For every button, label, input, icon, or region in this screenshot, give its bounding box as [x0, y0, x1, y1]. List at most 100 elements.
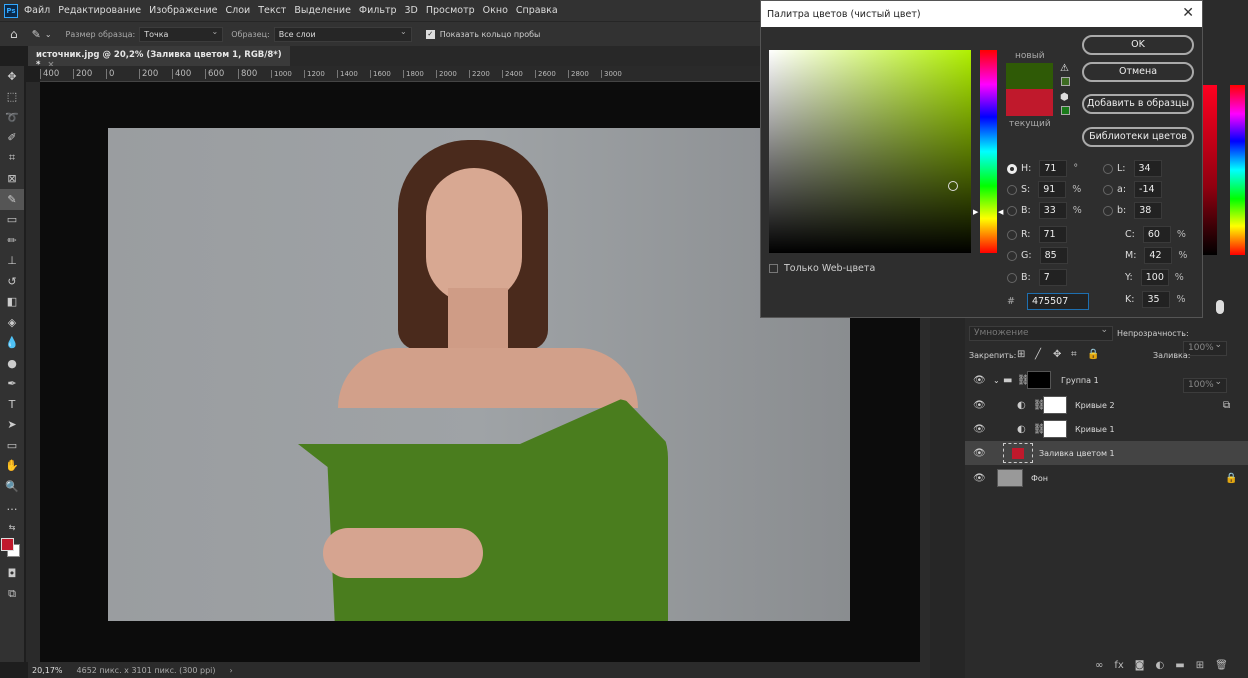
visibility-eye-icon[interactable]: 👁 — [973, 473, 986, 484]
color-slider-red[interactable] — [1203, 85, 1217, 255]
stamp-tool-icon[interactable]: ⊥ — [0, 251, 24, 272]
history-brush-icon[interactable]: ↺ — [0, 271, 24, 292]
layer-name[interactable]: Кривые 1 — [1075, 425, 1115, 434]
delete-layer-icon[interactable]: 🗑 — [1215, 660, 1228, 671]
more-tools-icon[interactable]: … — [0, 497, 24, 518]
menu-filter[interactable]: Фильтр — [359, 5, 397, 16]
visibility-eye-icon[interactable]: 👁 — [973, 448, 986, 459]
visibility-eye-icon[interactable]: 👁 — [973, 424, 986, 435]
red-radio[interactable] — [1007, 229, 1017, 240]
color-spectrum[interactable] — [1230, 85, 1245, 255]
hex-input[interactable]: 475507 — [1026, 293, 1089, 310]
ok-button[interactable]: OK — [1082, 35, 1194, 55]
saturation-brightness-field[interactable] — [769, 50, 971, 253]
lab-a-radio[interactable] — [1103, 184, 1113, 195]
hue-slider-right-arrow[interactable]: ◀ — [998, 208, 1003, 216]
brush-tool-icon[interactable]: ✏ — [0, 230, 24, 251]
layer-mask-thumbnail[interactable] — [1043, 420, 1067, 438]
web-only-option[interactable]: Только Web-цвета — [769, 263, 875, 274]
layer-row-group-1[interactable]: 👁 ⌄ ▬ ⛓ Группа 1 — [965, 368, 1248, 392]
crop-tool-icon[interactable]: ⌗ — [0, 148, 24, 169]
blend-mode-select[interactable]: Умножение — [969, 324, 1113, 341]
show-ring-checkbox[interactable]: ✓ — [425, 29, 435, 39]
lab-a-input[interactable]: -14 — [1134, 181, 1163, 198]
sample-size-select[interactable]: Точка — [139, 25, 224, 42]
yellow-input[interactable]: 100 — [1140, 269, 1169, 286]
rectangle-tool-icon[interactable]: ▭ — [0, 435, 24, 456]
magenta-input[interactable]: 42 — [1144, 247, 1173, 264]
quick-select-tool-icon[interactable]: ✐ — [0, 128, 24, 149]
new-group-icon[interactable]: ▬ — [1175, 660, 1184, 671]
add-mask-icon[interactable]: ◙ — [1135, 660, 1145, 671]
current-color-swatch[interactable] — [1006, 89, 1053, 116]
web-safe-color-swatch[interactable] — [1061, 106, 1070, 115]
eyedropper-tool-icon[interactable]: ✎ — [0, 189, 24, 210]
lab-b-input[interactable]: 38 — [1134, 202, 1163, 219]
fill-layer-thumbnail[interactable] — [1003, 443, 1033, 463]
layer-mask-thumbnail[interactable] — [1027, 371, 1051, 389]
layer-name[interactable]: Группа 1 — [1061, 376, 1099, 385]
lab-l-input[interactable]: 34 — [1133, 160, 1162, 177]
gamut-color-swatch[interactable] — [1061, 77, 1070, 86]
color-picker-cursor[interactable] — [948, 181, 958, 191]
menu-window[interactable]: Окно — [483, 5, 508, 16]
blue-input[interactable]: 7 — [1038, 269, 1067, 286]
green-input[interactable]: 85 — [1039, 247, 1068, 264]
web-only-checkbox[interactable] — [769, 264, 778, 273]
saturation-input[interactable]: 91 — [1038, 181, 1067, 198]
sample-layers-select[interactable]: Все слои — [273, 25, 412, 42]
brightness-radio[interactable] — [1007, 205, 1017, 216]
new-adjustment-layer-icon[interactable]: ◐ — [1156, 660, 1165, 671]
layer-row-background[interactable]: 👁 Фон 🔒 — [965, 466, 1248, 490]
swap-colors-icon[interactable]: ⇆ — [0, 517, 24, 538]
layer-thumbnail[interactable] — [997, 469, 1023, 487]
expand-chevron-icon[interactable]: ⌄ — [993, 376, 1000, 385]
web-safe-cube-icon[interactable]: ⬢ — [1060, 92, 1069, 103]
screen-mode-icon[interactable]: ⧉ — [0, 584, 24, 605]
hand-tool-icon[interactable]: ✋ — [0, 456, 24, 477]
add-to-swatches-button[interactable]: Добавить в образцы — [1082, 94, 1194, 114]
close-icon[interactable]: ✕ — [1182, 5, 1194, 21]
status-chevron-icon[interactable]: › — [230, 666, 233, 675]
color-libraries-button[interactable]: Библиотеки цветов — [1082, 127, 1194, 147]
menu-help[interactable]: Справка — [516, 5, 558, 16]
lock-artboard-icon[interactable]: ⌗ — [1071, 349, 1077, 360]
cancel-button[interactable]: Отмена — [1082, 62, 1194, 82]
saturation-radio[interactable] — [1007, 184, 1017, 195]
hue-input[interactable]: 71 — [1039, 160, 1068, 177]
menu-edit[interactable]: Редактирование — [58, 5, 141, 16]
layer-name[interactable]: Заливка цветом 1 — [1039, 449, 1115, 458]
document-image[interactable] — [108, 128, 850, 621]
blue-radio[interactable] — [1007, 272, 1017, 283]
quick-mask-icon[interactable]: ◘ — [0, 564, 24, 585]
scroll-thumb[interactable] — [1216, 300, 1224, 314]
cyan-input[interactable]: 60 — [1142, 226, 1171, 243]
new-layer-icon[interactable]: ⊞ — [1196, 660, 1204, 671]
lock-all-icon[interactable]: 🔒 — [1087, 349, 1099, 360]
menu-image[interactable]: Изображение — [149, 5, 217, 16]
foreground-color-swatch[interactable] — [1, 537, 14, 551]
document-tab[interactable]: источник.jpg @ 20,2% (Заливка цветом 1, … — [28, 46, 290, 70]
menu-select[interactable]: Выделение — [294, 5, 351, 16]
tool-preset-chevron-icon[interactable]: ⌄ — [45, 30, 52, 39]
menu-3d[interactable]: 3D — [405, 5, 418, 16]
brightness-input[interactable]: 33 — [1038, 202, 1067, 219]
frame-tool-icon[interactable]: ⊠ — [0, 169, 24, 190]
menu-type[interactable]: Текст — [258, 5, 286, 16]
healing-brush-icon[interactable]: ▭ — [0, 210, 24, 231]
pen-tool-icon[interactable]: ✒ — [0, 374, 24, 395]
eyedropper-tool-icon[interactable]: ✎ — [32, 28, 41, 41]
hue-radio[interactable] — [1007, 163, 1017, 174]
visibility-eye-icon[interactable]: 👁 — [973, 375, 986, 386]
menu-layers[interactable]: Слои — [225, 5, 250, 16]
dodge-tool-icon[interactable]: ● — [0, 353, 24, 374]
type-tool-icon[interactable]: T — [0, 394, 24, 415]
move-tool-icon[interactable]: ✥ — [0, 66, 24, 87]
black-input[interactable]: 35 — [1142, 291, 1171, 308]
layer-name[interactable]: Кривые 2 — [1075, 401, 1115, 410]
blur-tool-icon[interactable]: 💧 — [0, 333, 24, 354]
zoom-tool-icon[interactable]: 🔍 — [0, 476, 24, 497]
lock-position-icon[interactable]: ✥ — [1053, 349, 1061, 360]
hue-slider-left-arrow[interactable]: ▶ — [973, 208, 978, 216]
eraser-tool-icon[interactable]: ◧ — [0, 292, 24, 313]
